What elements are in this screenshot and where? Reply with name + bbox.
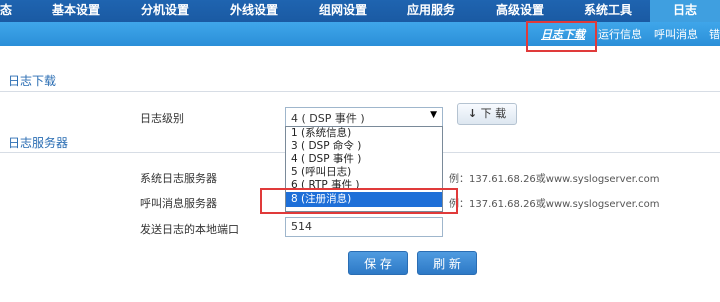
tab-status[interactable]: 态 <box>0 0 12 22</box>
log-level-label: 日志级别 <box>140 112 184 125</box>
dropdown-option[interactable]: 5 (呼叫日志) <box>286 166 442 179</box>
tab-trunk-settings[interactable]: 外线设置 <box>230 0 278 22</box>
syslog-server-label: 系统日志服务器 <box>140 172 217 185</box>
log-level-value: 4 ( DSP 事件 ) <box>291 112 365 125</box>
subnav-run-info[interactable]: 运行信息 <box>598 26 642 42</box>
tab-system-tools[interactable]: 系统工具 <box>584 0 632 22</box>
section-divider <box>0 91 720 92</box>
dropdown-option[interactable]: 1 (系统信息) <box>286 127 442 140</box>
local-port-label: 发送日志的本地端口 <box>140 223 239 236</box>
subnav-call-messages[interactable]: 呼叫消息 <box>654 26 698 42</box>
call-message-server-hint: 例：137.61.68.26或www.syslogserver.com <box>449 199 660 210</box>
download-button-label: 下 载 <box>480 107 507 120</box>
tab-application-services[interactable]: 应用服务 <box>407 0 455 22</box>
refresh-button[interactable]: 刷 新 <box>417 251 477 275</box>
dropdown-option-selected[interactable]: 8 (注册消息) <box>286 192 442 207</box>
save-button[interactable]: 保 存 <box>348 251 408 275</box>
tab-advanced-settings[interactable]: 高级设置 <box>496 0 544 22</box>
call-message-server-label: 呼叫消息服务器 <box>140 197 217 210</box>
dropdown-option[interactable]: 4 ( DSP 事件 ) <box>286 153 442 166</box>
section-title-log-server: 日志服务器 <box>8 136 69 150</box>
download-button[interactable]: ↓ 下 载 <box>457 103 517 125</box>
tab-network-settings[interactable]: 组网设置 <box>319 0 367 22</box>
section-title-log-download: 日志下载 <box>8 74 57 88</box>
local-port-input[interactable]: 514 <box>285 217 443 237</box>
tab-extension-settings[interactable]: 分机设置 <box>141 0 189 22</box>
log-level-dropdown-list: 1 (系统信息) 3 ( DSP 命令 ) 4 ( DSP 事件 ) 5 (呼叫… <box>285 126 443 212</box>
sub-navigation: 日志下载 运行信息 呼叫消息 错 <box>0 22 720 46</box>
tab-log[interactable]: 日志 <box>650 0 720 22</box>
syslog-server-hint: 例：137.61.68.26或www.syslogserver.com <box>449 174 660 185</box>
top-navigation: 态 基本设置 分机设置 外线设置 组网设置 应用服务 高级设置 系统工具 日志 <box>0 0 720 22</box>
tab-basic-settings[interactable]: 基本设置 <box>52 0 100 22</box>
log-level-select[interactable]: 4 ( DSP 事件 ) ▼ <box>285 107 443 127</box>
subnav-log-download[interactable]: 日志下载 <box>541 26 585 42</box>
subnav-error[interactable]: 错 <box>709 26 720 42</box>
dropdown-option[interactable]: 6 ( RTP 事件 ) <box>286 179 442 192</box>
chevron-down-icon: ▼ <box>430 110 437 120</box>
dropdown-option[interactable]: 3 ( DSP 命令 ) <box>286 140 442 153</box>
download-arrow-icon: ↓ <box>467 107 478 120</box>
